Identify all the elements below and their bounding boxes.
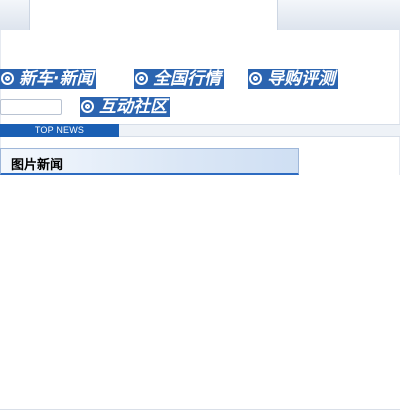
swirl-icon [249,72,262,85]
top-left-tab[interactable] [0,0,30,30]
nav-item-label: 互动社区 [99,97,167,117]
nav-item-national-market[interactable]: 全国行情 [134,69,224,89]
swirl-icon [135,72,148,85]
nav-row-1: 新车·新闻 全国行情 导购评测 [0,69,400,89]
top-news-tab[interactable]: TOP NEWS [0,124,119,137]
swirl-icon [81,100,94,113]
nav-item-new-cars-news[interactable]: 新车·新闻 [0,69,97,89]
section-title: 图片新闻 [11,158,64,173]
picture-news-header: 图片新闻 [0,148,299,175]
bottom-divider [0,409,400,410]
nav-item-community[interactable]: 互动社区 [80,97,170,117]
nav-item-label: 新车·新闻 [19,69,94,89]
nav-item-label: 全国行情 [153,69,221,89]
nav-row-2: 互动社区 [0,97,400,117]
nav-item-label: 导购评测 [267,69,335,89]
nav-item-buying-guide[interactable]: 导购评测 [248,69,338,89]
swirl-icon [1,72,14,85]
top-right-tab[interactable] [277,0,400,30]
picture-news-content [0,175,400,410]
